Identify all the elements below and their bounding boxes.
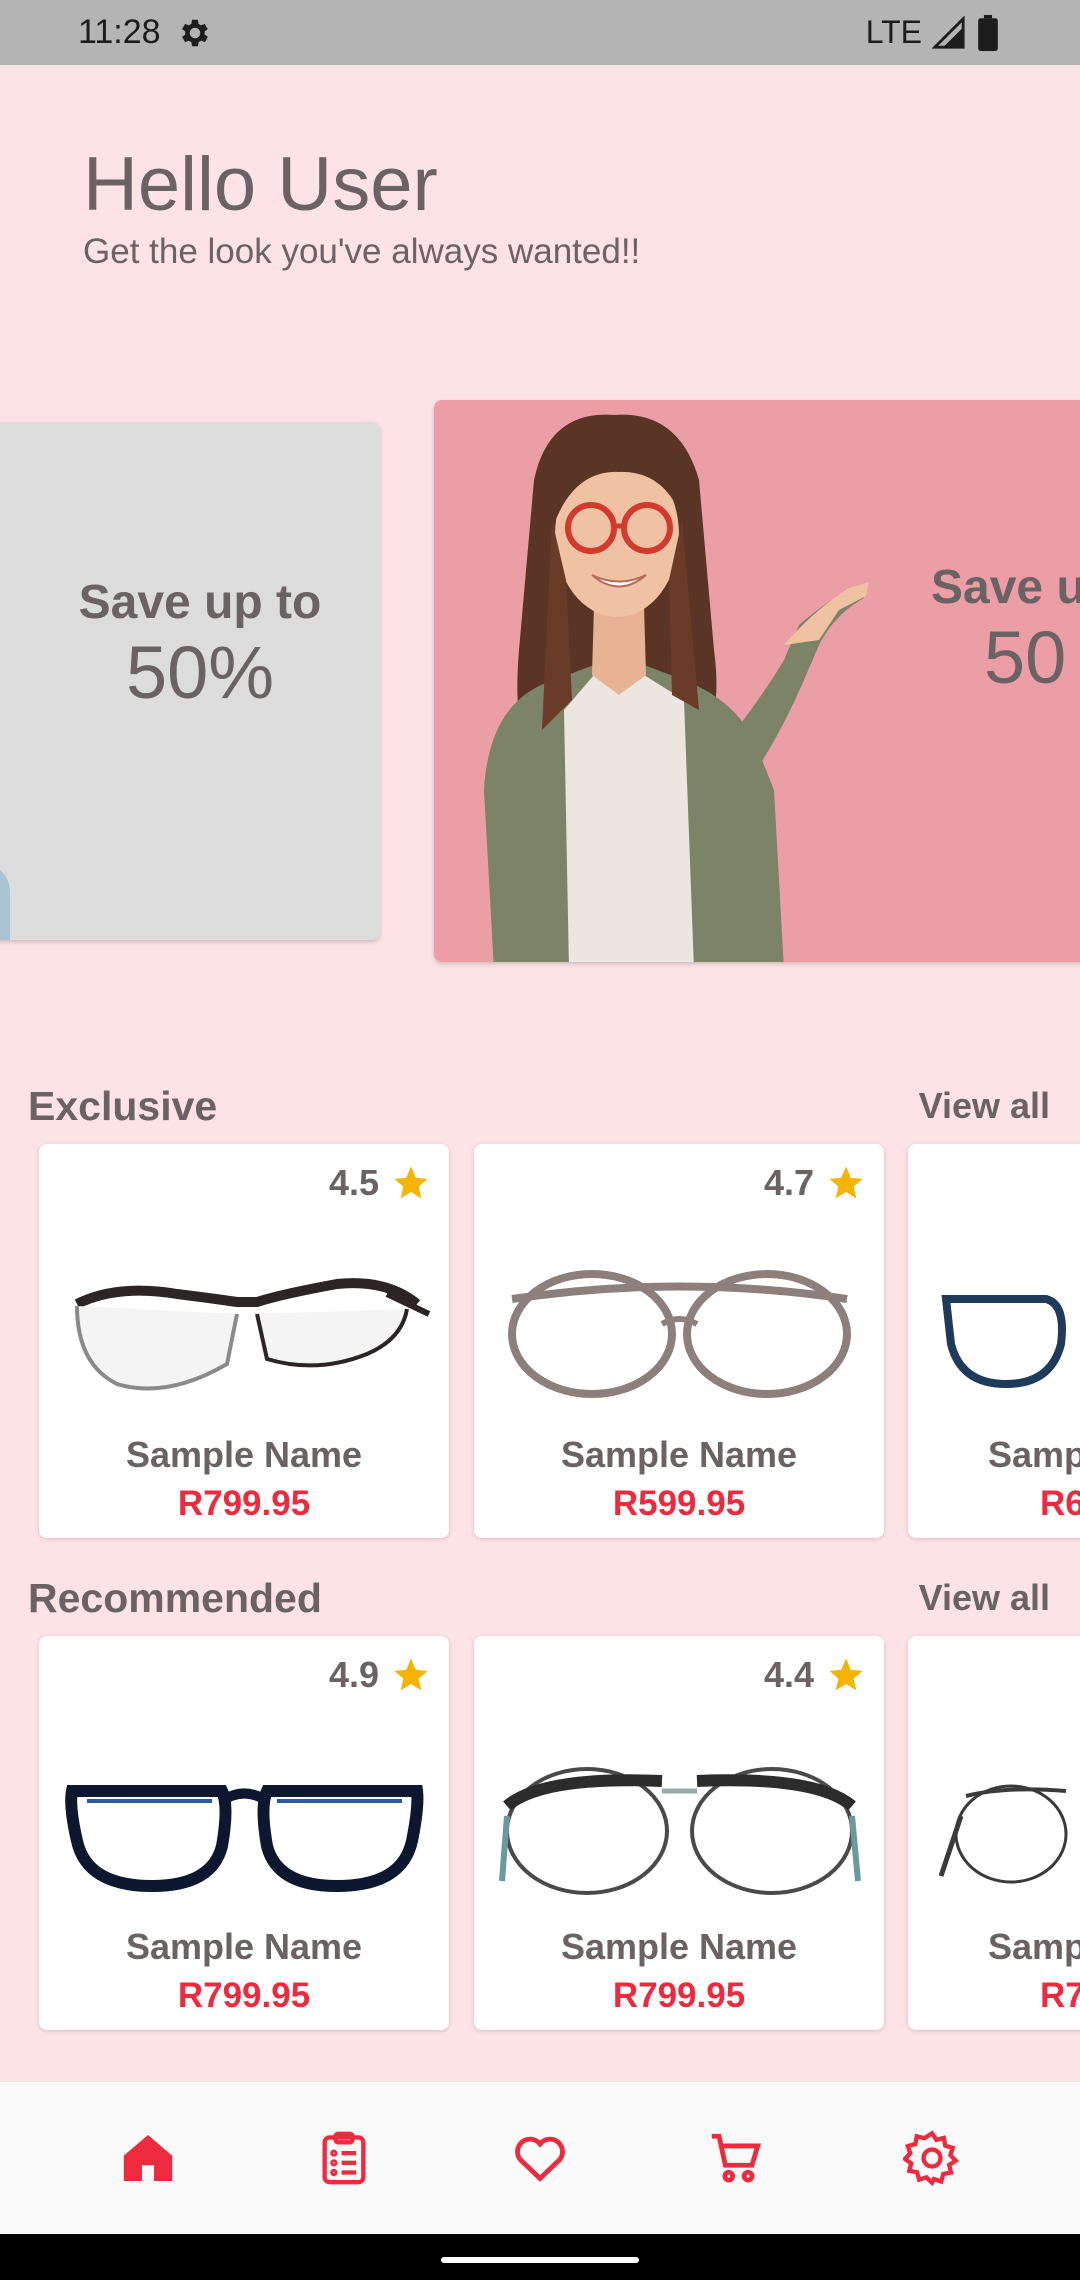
promo-text: Save up to: [78, 576, 322, 629]
star-icon: [394, 1658, 428, 1691]
nav-home[interactable]: [117, 2127, 179, 2189]
status-indicators: LTE: [866, 14, 1000, 51]
product-card[interactable]: 4.9 Sample Name R799.95: [39, 1636, 449, 2030]
settings-icon: [903, 2130, 960, 2187]
status-time: 11:28: [78, 13, 161, 51]
battery-icon: [978, 14, 998, 51]
home-gesture-handle[interactable]: [441, 2257, 639, 2263]
product-rating: 4.7: [764, 1162, 866, 1204]
product-card[interactable]: Samp R6: [908, 1144, 1080, 1538]
rating-value: 4.9: [328, 1654, 379, 1695]
product-card[interactable]: 4.4 Sample Name R799.95: [474, 1636, 884, 2030]
product-image: [499, 1767, 861, 1895]
product-rating: 4.5: [329, 1162, 431, 1204]
product-image: [74, 1278, 431, 1391]
product-price: R599.95: [612, 1484, 746, 1523]
system-gesture-bar: [0, 2234, 1080, 2280]
banner-image-fragment: [0, 862, 10, 940]
section-title-recommended: Recommended: [28, 1575, 322, 1621]
product-name: Sample Name: [125, 1926, 363, 1967]
cart-icon: [711, 2133, 761, 2183]
settings-status-icon: [181, 19, 208, 46]
rating-value: 4.4: [763, 1654, 814, 1695]
nav-settings[interactable]: [901, 2127, 963, 2189]
app-screen: 11:28 LTE Hello User Get the look you've…: [0, 0, 1080, 2280]
product-card[interactable]: 4.7 Sample Name R599.95: [474, 1144, 884, 1538]
signal-icon: [932, 15, 965, 49]
product-image: [508, 1270, 851, 1398]
promo-text: Save u: [931, 561, 1080, 614]
product-price: R799.95: [177, 1976, 311, 2015]
rating-value: 4.7: [763, 1162, 814, 1203]
home-icon: [123, 2135, 173, 2181]
promo-banner-2[interactable]: Save u 50: [434, 400, 1080, 962]
promo-percent: 50%: [125, 631, 275, 714]
nav-favorites[interactable]: [509, 2127, 571, 2189]
product-rating: 4.4: [764, 1654, 866, 1696]
product-name: Sample Name: [560, 1926, 798, 1967]
product-name: Sample Name: [125, 1434, 363, 1475]
product-card[interactable]: Samp R7: [908, 1636, 1080, 2030]
greeting-title: Hello User: [83, 142, 438, 227]
product-price: R6: [1040, 1484, 1080, 1523]
star-icon: [829, 1658, 863, 1691]
promo-banner-1[interactable]: Save up to 50%: [0, 422, 380, 940]
product-image: [65, 1785, 424, 1893]
view-all-exclusive-link[interactable]: View all: [919, 1085, 1050, 1127]
promo-percent: 50: [984, 616, 1067, 699]
product-rating: 4.9: [329, 1654, 431, 1696]
product-image: [941, 1295, 1066, 1389]
product-price: R799.95: [177, 1484, 311, 1523]
section-title-exclusive: Exclusive: [28, 1083, 218, 1129]
network-label: LTE: [865, 14, 922, 50]
bottom-navigation: [0, 2082, 1080, 2234]
nav-orders[interactable]: [313, 2127, 375, 2189]
banner-model-image: [484, 414, 869, 962]
orders-icon: [322, 2131, 366, 2185]
product-name: Samp: [988, 1926, 1080, 1967]
favorites-icon: [515, 2136, 565, 2182]
product-price: R7: [1040, 1976, 1080, 2015]
greeting-subtitle: Get the look you've always wanted!!: [83, 232, 641, 271]
star-icon: [394, 1166, 428, 1199]
product-card[interactable]: 4.5 Sample Name R799.95: [39, 1144, 449, 1538]
star-icon: [829, 1166, 863, 1199]
product-image: [938, 1784, 1068, 1884]
rating-value: 4.5: [328, 1162, 379, 1203]
product-name: Sample Name: [560, 1434, 798, 1475]
nav-cart[interactable]: [705, 2127, 767, 2189]
product-price: R799.95: [612, 1976, 746, 2015]
view-all-recommended-link[interactable]: View all: [919, 1577, 1050, 1619]
greeting: Hello User Get the look you've always wa…: [83, 140, 640, 272]
status-bar: 11:28 LTE: [0, 0, 1080, 65]
product-name: Samp: [988, 1434, 1080, 1475]
